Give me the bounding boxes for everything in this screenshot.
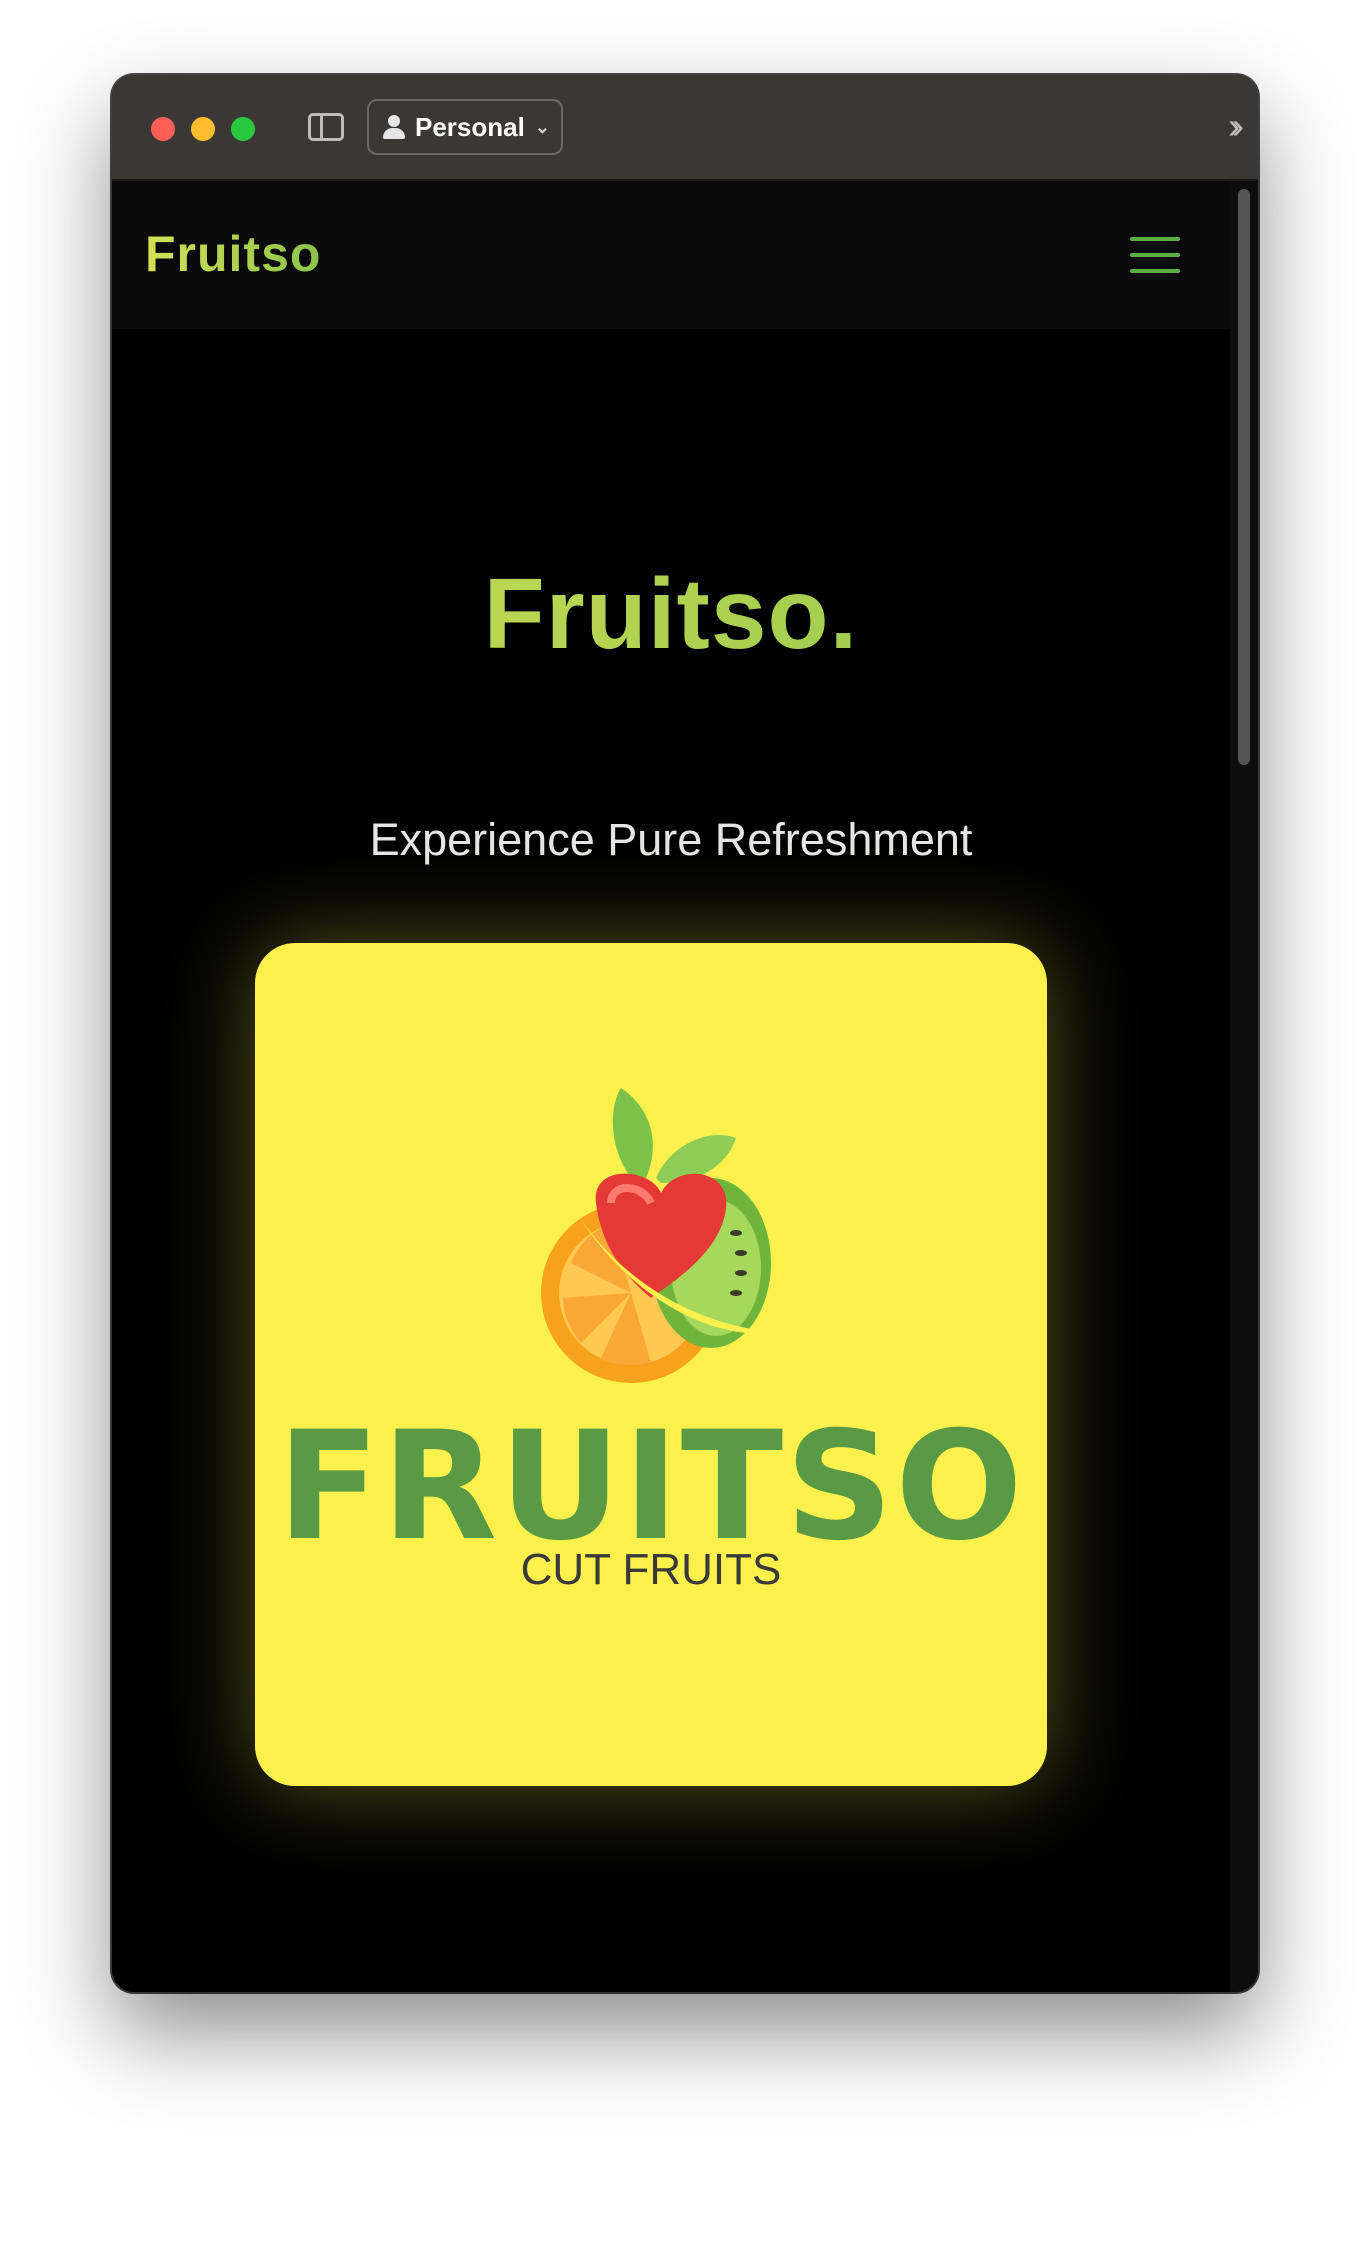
fruit-logo-icon: [541, 1088, 781, 1383]
scrollbar-thumb[interactable]: [1238, 189, 1250, 765]
browser-window: Personal ⌄ ›› Fruitso Fruitso. Experienc…: [112, 75, 1258, 1992]
profile-switcher-button[interactable]: Personal ⌄: [367, 99, 563, 155]
person-icon: [383, 115, 405, 139]
close-window-button[interactable]: [151, 117, 175, 141]
hero-title: Fruitso.: [112, 557, 1230, 672]
minimize-window-button[interactable]: [191, 117, 215, 141]
logo-card: FRUITSO CUT FRUITS: [255, 943, 1047, 1786]
double-chevron-right-icon[interactable]: ››: [1228, 105, 1244, 147]
vertical-scrollbar[interactable]: [1230, 181, 1258, 1992]
logo-subtitle: CUT FRUITS: [520, 1545, 782, 1594]
title-bar: Personal ⌄ ››: [112, 75, 1258, 181]
chevron-down-icon: ⌄: [534, 116, 550, 137]
page-content: Fruitso Fruitso. Experience Pure Refresh…: [112, 181, 1230, 1992]
sidebar-toggle-icon[interactable]: [308, 113, 344, 141]
zoom-window-button[interactable]: [231, 117, 255, 141]
hero-tagline: Experience Pure Refreshment: [369, 814, 973, 865]
profile-label: Personal: [415, 111, 525, 142]
